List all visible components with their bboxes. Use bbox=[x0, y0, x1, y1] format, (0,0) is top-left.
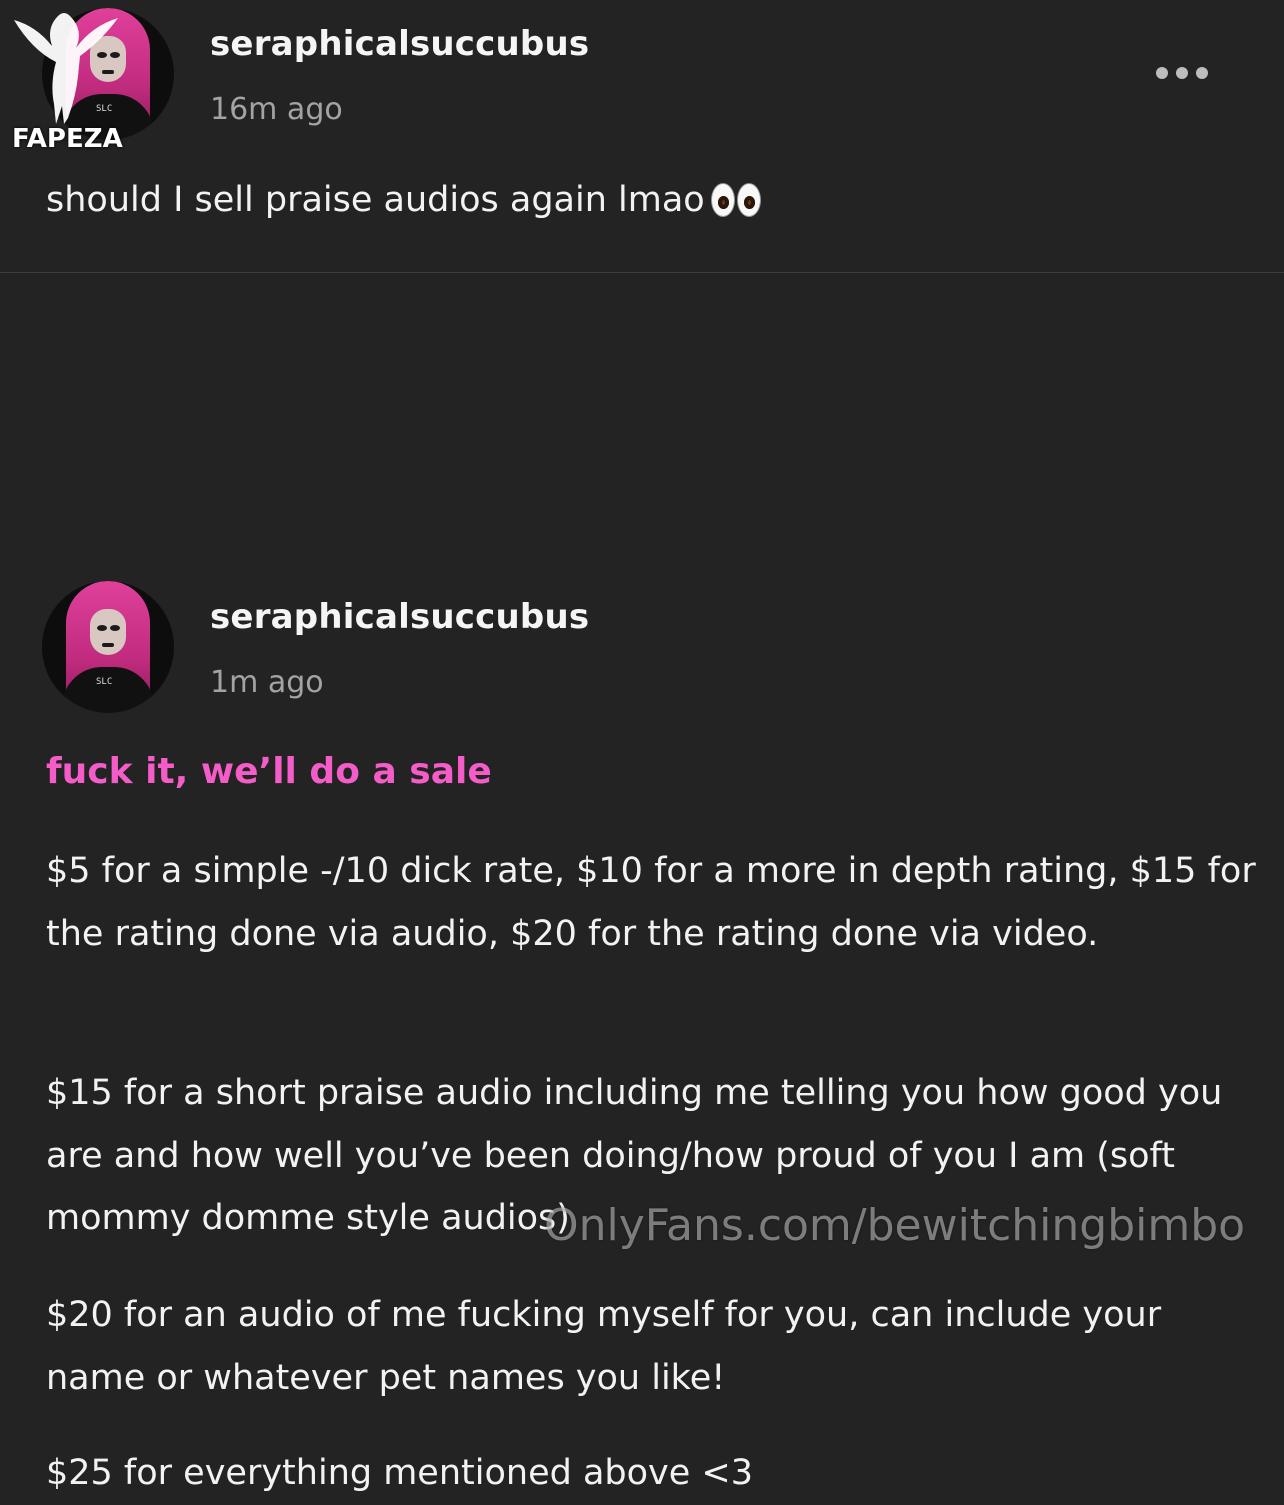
timestamp: 16m ago bbox=[210, 92, 343, 127]
paragraph-audio-myself: $20 for an audio of me fucking myself fo… bbox=[46, 1295, 1162, 1398]
timestamp: 1m ago bbox=[210, 665, 324, 700]
fapeza-watermark-text: FAPEZA bbox=[12, 124, 123, 154]
username[interactable]: seraphicalsuccubus bbox=[210, 24, 589, 64]
post-text-content: should I sell praise audios again lmao bbox=[46, 180, 705, 220]
post-original: SLC seraphicalsuccubus 16m ago should I … bbox=[0, 0, 1284, 273]
more-options-icon[interactable] bbox=[1156, 62, 1220, 84]
shirt-text: SLC bbox=[96, 677, 113, 687]
post-text: should I sell praise audios again lmao bbox=[46, 180, 761, 220]
post-headline: fuck it, we’ll do a sale bbox=[46, 751, 492, 792]
avatar[interactable]: SLC bbox=[42, 581, 174, 713]
eyes-emoji-icon bbox=[710, 183, 761, 217]
username[interactable]: seraphicalsuccubus bbox=[210, 597, 589, 637]
paragraph-everything: $25 for everything mentioned above <3 bbox=[46, 1453, 753, 1493]
onlyfans-watermark: OnlyFans.com/bewitchingbimbo bbox=[544, 1200, 1246, 1251]
paragraph-dick-rate: $5 for a simple -/10 dick rate, $10 for … bbox=[46, 851, 1256, 954]
